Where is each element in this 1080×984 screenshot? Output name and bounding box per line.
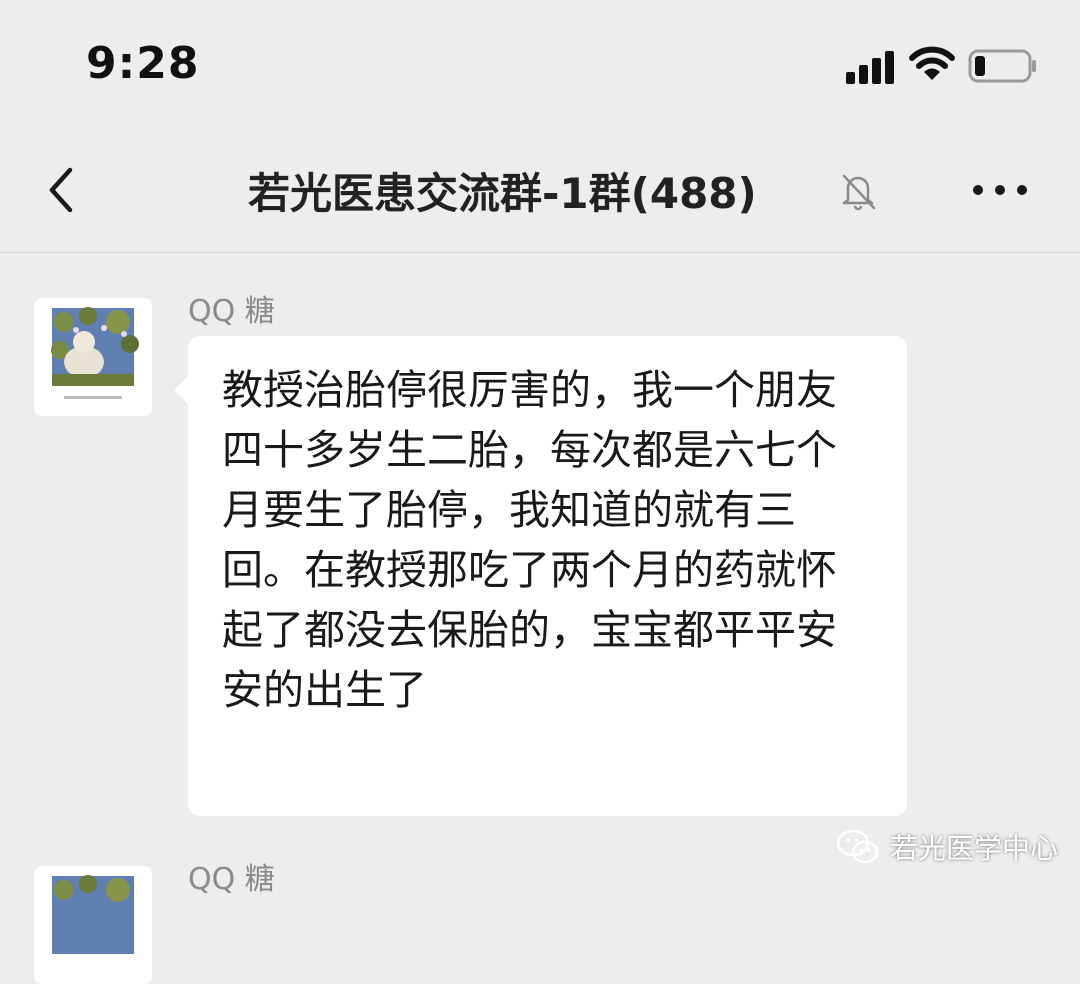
status-time: 9:28: [86, 38, 200, 89]
avatar[interactable]: [34, 298, 152, 416]
sender-name: QQ 糖: [188, 294, 275, 329]
wechat-icon: [836, 829, 879, 864]
avatar[interactable]: [34, 866, 152, 984]
message-bubble[interactable]: 教授治胎停很厉害的，我一个朋友四十多岁生二胎，每次都是六七个月要生了胎停，我知道…: [174, 336, 907, 816]
chat-title: 若光医患交流群-1群(488): [248, 169, 757, 218]
watermark-text: 若光医学中心: [890, 832, 1059, 865]
chevron-left-icon[interactable]: [40, 160, 86, 220]
status-bar: 9:28: [0, 0, 1080, 130]
more-dots-icon[interactable]: [968, 170, 1032, 210]
message-text: 教授治胎停很厉害的，我一个朋友四十多岁生二胎，每次都是六七个月要生了胎停，我知道…: [222, 366, 837, 714]
watermark: 若光医学中心: [836, 824, 1058, 870]
sender-name: QQ 糖: [188, 862, 275, 897]
chat-nav-bar: 若光医患交流群-1群(488): [0, 130, 1080, 253]
battery-icon: [968, 49, 1036, 83]
wifi-icon: [909, 46, 955, 80]
bell-muted-icon: [842, 174, 876, 211]
cellular-signal-icon: [846, 50, 898, 84]
